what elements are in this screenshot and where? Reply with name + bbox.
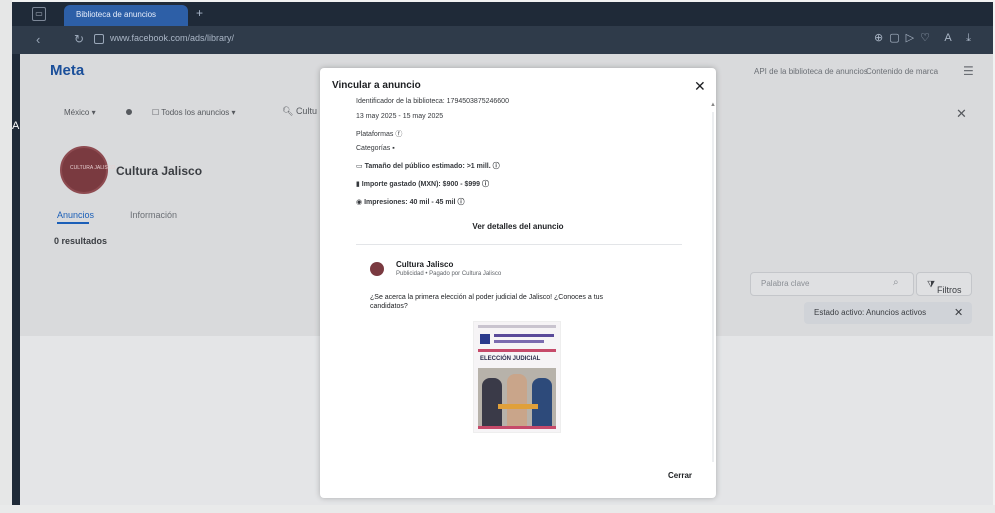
tab-info[interactable]: Información: [130, 210, 177, 220]
filters-label: ⧩ Filtros: [927, 279, 962, 295]
address-bar[interactable]: www.facebook.com/ads/library/: [110, 33, 234, 43]
dialog-title: Vincular a anuncio: [332, 80, 421, 91]
image-stripe: [498, 404, 538, 409]
meta-logo[interactable]: Meta: [50, 62, 84, 79]
reload-icon[interactable]: ↻: [74, 32, 84, 46]
advertiser-name[interactable]: Cultura Jalisco: [396, 260, 453, 269]
filters-button[interactable]: ⧩ Filtros: [916, 272, 972, 296]
tab-title: Biblioteca de anuncios: [76, 10, 157, 19]
close-icon[interactable]: ✕: [956, 106, 967, 122]
facebook-icon: ⓕ: [395, 131, 403, 138]
country-select[interactable]: México ▾: [64, 108, 96, 117]
person-figure: [532, 378, 552, 426]
image-band: [494, 340, 544, 343]
platforms-text: Plataformas: [356, 131, 394, 138]
advertiser-subtitle: Publicidad • Pagado por Cultura Jalisco: [396, 271, 502, 277]
browser-tab-strip: ▭ Biblioteca de anuncios +: [12, 2, 993, 26]
filters-text: Filtros: [937, 285, 962, 295]
search-placeholder: Palabra clave: [761, 279, 810, 288]
ad-body-text: ¿Se acerca la primera elección al poder …: [370, 294, 604, 310]
impressions: ◉ Impresiones: 40 mil - 45 mil ⓘ: [356, 199, 465, 206]
tab-ads[interactable]: Anuncios: [57, 210, 94, 220]
amount-spent: ▮ Importe gastado (MXN): $900 - $999 ⓘ: [356, 181, 490, 188]
avatar-label: CULTURA JALISCO: [70, 165, 116, 171]
audience-size: ▭ Tamaño del público estimado: >1 mill. …: [356, 163, 500, 170]
categories-label: Categorías ▪: [356, 145, 395, 152]
back-icon[interactable]: ‹: [36, 32, 40, 47]
image-footer-bar: [478, 426, 556, 429]
menu-icon[interactable]: ☰: [963, 64, 974, 78]
browser-tab[interactable]: Biblioteca de anuncios: [64, 5, 188, 26]
image-logo: [480, 334, 490, 344]
ad-type-label: Todos los anuncios ▾: [161, 108, 236, 117]
person-figure: [507, 374, 527, 426]
audience-text: Tamaño del público estimado: >1 mill.: [364, 163, 491, 170]
impressions-text: Impresiones: 40 mil - 45 mil: [364, 199, 456, 206]
info-icon[interactable]: ⓘ: [482, 181, 489, 188]
platforms-label: Plataformas ⓕ: [356, 129, 402, 139]
image-band: [494, 334, 554, 337]
image-accent-bar: [478, 349, 556, 352]
person-figure: [482, 378, 502, 426]
divider: [356, 244, 682, 245]
image-header-band: [478, 325, 556, 328]
branded-content-link[interactable]: Contenido de marca: [866, 67, 938, 76]
new-tab-icon[interactable]: +: [196, 6, 203, 20]
advertiser-avatar[interactable]: [370, 262, 384, 276]
scroll-up-icon[interactable]: ▲: [710, 102, 716, 108]
search-icon: ⌕: [893, 277, 899, 288]
ad-type-select[interactable]: ☐ Todos los anuncios ▾: [152, 108, 236, 117]
search-value: Cultu: [295, 106, 317, 116]
browser-toolbar: ‹ ↻ www.facebook.com/ads/library/ ⊕▢▷♡ A…: [12, 26, 993, 54]
info-icon[interactable]: ⓘ: [457, 199, 464, 206]
status-text: Estado activo: Anuncios activos: [814, 308, 927, 317]
tab-actions-icon[interactable]: ▭: [32, 7, 46, 21]
scrollbar[interactable]: [712, 112, 714, 462]
extension-icons[interactable]: ⊕▢▷♡ A ⤓: [874, 31, 977, 45]
search-field[interactable]: 🔍︎ Cultu: [282, 106, 317, 117]
ad-details-link[interactable]: Ver detalles del anuncio: [320, 222, 716, 231]
screen: ▭ Biblioteca de anuncios + ‹ ↻ www.faceb…: [12, 2, 993, 505]
link-to-ad-dialog: Vincular a anuncio ✕ ▲ Identificador de …: [320, 68, 716, 498]
category-icon: ▪: [392, 145, 395, 152]
category-icon: [126, 109, 132, 115]
close-icon[interactable]: ✕: [694, 78, 706, 95]
image-caption: ELECCIÓN JUDICIAL: [480, 356, 541, 362]
status-badge[interactable]: Estado activo: Anuncios activos ✕: [804, 302, 972, 324]
keyword-search-input[interactable]: Palabra clave ⌕: [750, 272, 914, 296]
run-dates: 13 may 2025 - 15 may 2025: [356, 113, 444, 120]
categories-text: Categorías: [356, 145, 391, 152]
results-count: 0 resultados: [54, 236, 108, 246]
ad-image[interactable]: ELECCIÓN JUDICIAL: [473, 321, 561, 433]
remove-filter-icon[interactable]: ✕: [954, 306, 963, 319]
info-icon[interactable]: ⓘ: [493, 163, 500, 170]
image-photo: [478, 368, 556, 426]
amount-text: Importe gastado (MXN): $900 - $999: [361, 181, 481, 188]
library-id: Identificador de la biblioteca: 17945038…: [356, 98, 509, 105]
tab-underline: [57, 222, 89, 224]
lock-icon: [94, 34, 104, 44]
close-button[interactable]: Cerrar: [668, 471, 692, 480]
api-link[interactable]: API de la biblioteca de anuncios: [754, 67, 868, 76]
paper-edge: [0, 0, 12, 513]
sidebar-icon[interactable]: A: [12, 120, 19, 132]
paper-edge: [0, 505, 995, 513]
avatar: CULTURA JALISCO: [60, 146, 115, 194]
page-title: Cultura Jalisco: [116, 164, 203, 178]
